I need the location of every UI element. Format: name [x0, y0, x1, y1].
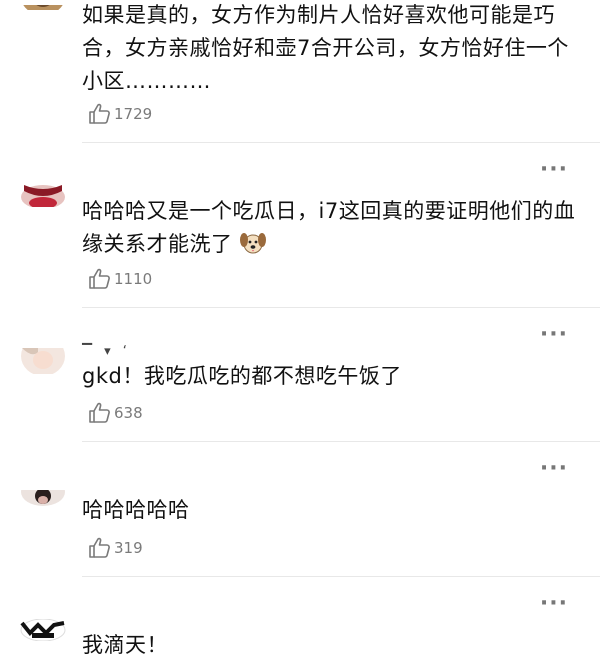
avatar[interactable]	[18, 348, 68, 374]
like-count: 1729	[114, 105, 153, 123]
more-dots-icon[interactable]: ···	[540, 159, 568, 181]
like-button[interactable]: 1110	[88, 267, 152, 291]
like-count: 319	[114, 539, 143, 557]
divider	[82, 576, 600, 577]
like-button[interactable]: 1729	[88, 102, 152, 126]
like-button[interactable]: 319	[88, 536, 143, 560]
comment-text: 我滴天！	[82, 633, 168, 657]
divider	[82, 142, 600, 143]
avatar[interactable]	[18, 0, 68, 10]
avatar[interactable]	[18, 185, 68, 207]
comment-text: 哈哈哈又是一个吃瓜日，i7这回真的要证明他们的血缘关系才能洗了	[82, 195, 582, 265]
more-dots-icon[interactable]: ···	[540, 324, 568, 346]
like-count: 638	[114, 404, 143, 422]
thumbs-up-icon	[89, 103, 110, 124]
thumbs-up-icon	[89, 268, 110, 289]
comment-text: gkd！我吃瓜吃的都不想吃午饭了	[82, 364, 402, 388]
divider	[82, 441, 600, 442]
like-count: 1110	[114, 270, 153, 288]
thumbs-up-icon	[89, 537, 110, 558]
divider	[82, 307, 600, 308]
comment-text: 如果是真的，女方作为制片人恰好喜欢他可能是巧合，女方亲戚恰好和壶7合开公司，女方…	[82, 3, 569, 93]
avatar[interactable]	[18, 490, 68, 506]
more-dots-icon[interactable]: ···	[540, 458, 568, 480]
dog-face-emoji	[239, 231, 266, 265]
like-button[interactable]: 638	[88, 401, 143, 425]
thumbs-up-icon	[89, 402, 110, 423]
username-fragment: ▔ ▾ ‘	[82, 344, 131, 359]
more-dots-icon[interactable]: ···	[540, 593, 568, 615]
comment-text: 哈哈哈哈哈	[82, 498, 190, 522]
avatar[interactable]	[18, 619, 68, 641]
comment-text-body: 哈哈哈又是一个吃瓜日，i7这回真的要证明他们的血缘关系才能洗了	[82, 199, 576, 256]
